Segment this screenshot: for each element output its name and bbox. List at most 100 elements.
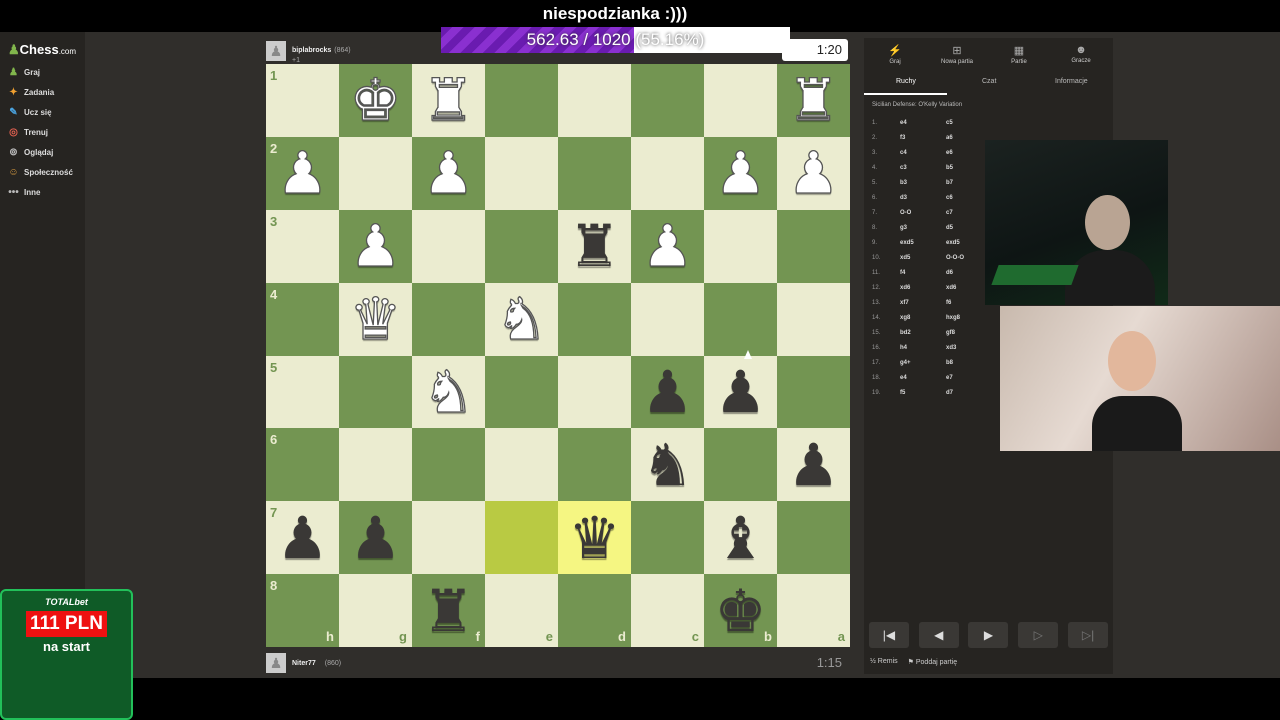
square-f7[interactable] [412, 501, 485, 575]
square-a5[interactable] [777, 355, 850, 429]
white-knight-icon[interactable]: ♞ [422, 362, 475, 421]
white-move[interactable]: b3 [900, 180, 946, 186]
square-a6[interactable]: ♟ [777, 428, 850, 502]
sidebar-item-inne[interactable]: ••• Inne [8, 187, 40, 198]
square-f8[interactable]: f ♜ [412, 574, 485, 648]
square-b2[interactable]: ♟ [704, 136, 777, 210]
white-move[interactable]: exd5 [900, 240, 946, 246]
white-move[interactable]: d3 [900, 195, 946, 201]
sidebar-item-graj[interactable]: ♟ Graj [8, 67, 40, 78]
square-e1[interactable] [485, 64, 558, 137]
square-b7[interactable]: ♝ [704, 501, 777, 575]
tab-moves[interactable]: Ruchy [896, 78, 916, 85]
sidebar-item-społeczność[interactable]: ☺ Społeczność [8, 167, 73, 178]
sponsor-ad[interactable]: TOTALbet 111 PLN na start [0, 589, 133, 720]
square-d2[interactable] [558, 136, 631, 210]
white-move[interactable]: h4 [900, 345, 946, 351]
tab-graj[interactable]: ⚡ Graj [864, 44, 926, 65]
top-player[interactable]: ♟ biplabrocks (864) +1 [266, 40, 351, 64]
square-h4[interactable]: 4 [266, 282, 339, 356]
chess-board[interactable]: 1 ♚ ♜ ♜ 2 ♟ ♟ ♟ ♟ 3 ♟ ♜ ♟ 4 ♛ ♞ 5 ♞ ♟ ♟ 6 ♞ ♟ 7 ♟ ♟ ♛ ♝ 8 h g f ♜ e d c b ♚ a [266, 64, 850, 648]
square-b5[interactable]: ♟ [704, 355, 777, 429]
square-d8[interactable]: d [558, 574, 631, 648]
white-move[interactable]: f5 [900, 390, 946, 396]
white-knight-icon[interactable]: ♞ [495, 289, 548, 348]
square-c1[interactable] [631, 64, 704, 137]
square-b4[interactable] [704, 282, 777, 356]
white-pawn-icon[interactable]: ♟ [422, 144, 475, 203]
square-d7[interactable]: ♛ [558, 501, 631, 575]
sidebar-item-zadania[interactable]: ✦ Zadania [8, 87, 54, 98]
square-h2[interactable]: 2 ♟ [266, 136, 339, 210]
black-king-icon[interactable]: ♚ [715, 582, 767, 640]
square-d4[interactable] [558, 282, 631, 356]
white-move[interactable]: O-O [900, 210, 946, 216]
black-move[interactable]: b8 [946, 360, 992, 366]
square-g7[interactable]: ♟ [339, 501, 412, 575]
white-move[interactable]: xf7 [900, 300, 946, 306]
square-c4[interactable] [631, 282, 704, 356]
square-c6[interactable]: ♞ [631, 428, 704, 502]
black-queen-icon[interactable]: ♛ [569, 509, 621, 567]
white-rook-icon[interactable]: ♜ [787, 71, 840, 130]
black-knight-icon[interactable]: ♞ [642, 436, 694, 494]
square-c2[interactable] [631, 136, 704, 210]
black-pawn-icon[interactable]: ♟ [788, 436, 840, 494]
black-rook-icon[interactable]: ♜ [423, 582, 475, 640]
black-move[interactable]: hxg8 [946, 315, 992, 321]
square-f5[interactable]: ♞ [412, 355, 485, 429]
square-e4[interactable]: ♞ [485, 282, 558, 356]
white-move[interactable]: c3 [900, 165, 946, 171]
white-move[interactable]: xd6 [900, 285, 946, 291]
sidebar-item-trenuj[interactable]: ◎ Trenuj [8, 127, 48, 138]
square-h6[interactable]: 6 [266, 428, 339, 502]
white-move[interactable]: g4+ [900, 360, 946, 366]
square-e8[interactable]: e [485, 574, 558, 648]
next-move-button[interactable]: ▷ [1018, 622, 1059, 648]
square-g6[interactable] [339, 428, 412, 502]
square-d6[interactable] [558, 428, 631, 502]
tab-nowa-partia[interactable]: ⊞ Nowa partia [926, 44, 988, 65]
black-pawn-icon[interactable]: ♟ [642, 363, 694, 421]
square-g2[interactable] [339, 136, 412, 210]
white-queen-icon[interactable]: ♛ [349, 289, 402, 348]
square-a2[interactable]: ♟ [777, 136, 850, 210]
white-rook-icon[interactable]: ♜ [422, 71, 475, 130]
square-g1[interactable]: ♚ [339, 64, 412, 137]
square-g5[interactable] [339, 355, 412, 429]
white-move[interactable]: e4 [900, 375, 946, 381]
white-king-icon[interactable]: ♚ [349, 71, 402, 130]
square-g4[interactable]: ♛ [339, 282, 412, 356]
white-move[interactable]: e4 [900, 120, 946, 126]
square-c5[interactable]: ♟ [631, 355, 704, 429]
tab-partie[interactable]: ▦ Partie [988, 44, 1050, 65]
tab-info[interactable]: Informacje [1055, 78, 1088, 85]
square-d1[interactable] [558, 64, 631, 137]
draw-button[interactable]: ½ Remis [870, 658, 898, 666]
black-move[interactable]: d7 [946, 390, 992, 396]
black-move[interactable]: xd3 [946, 345, 992, 351]
square-h5[interactable]: 5 [266, 355, 339, 429]
white-move[interactable]: f4 [900, 270, 946, 276]
square-b8[interactable]: b ♚ [704, 574, 777, 648]
white-pawn-icon[interactable]: ♟ [349, 217, 402, 276]
white-move[interactable]: xd5 [900, 255, 946, 261]
first-move-button[interactable]: |◀ [868, 622, 909, 648]
white-move[interactable]: xg8 [900, 315, 946, 321]
square-h8[interactable]: 8h [266, 574, 339, 648]
bottom-player[interactable]: ♟ Niter77 (860) [266, 652, 341, 674]
square-a1[interactable]: ♜ [777, 64, 850, 137]
white-move[interactable]: f3 [900, 135, 946, 141]
black-pawn-icon[interactable]: ♟ [350, 509, 402, 567]
square-f2[interactable]: ♟ [412, 136, 485, 210]
black-bishop-icon[interactable]: ♝ [715, 509, 767, 567]
tab-chat[interactable]: Czat [982, 78, 996, 85]
square-e2[interactable] [485, 136, 558, 210]
square-a4[interactable] [777, 282, 850, 356]
square-c8[interactable]: c [631, 574, 704, 648]
black-rook-icon[interactable]: ♜ [569, 217, 621, 275]
square-c3[interactable]: ♟ [631, 209, 704, 283]
square-e5[interactable] [485, 355, 558, 429]
white-move[interactable]: c4 [900, 150, 946, 156]
square-b3[interactable] [704, 209, 777, 283]
